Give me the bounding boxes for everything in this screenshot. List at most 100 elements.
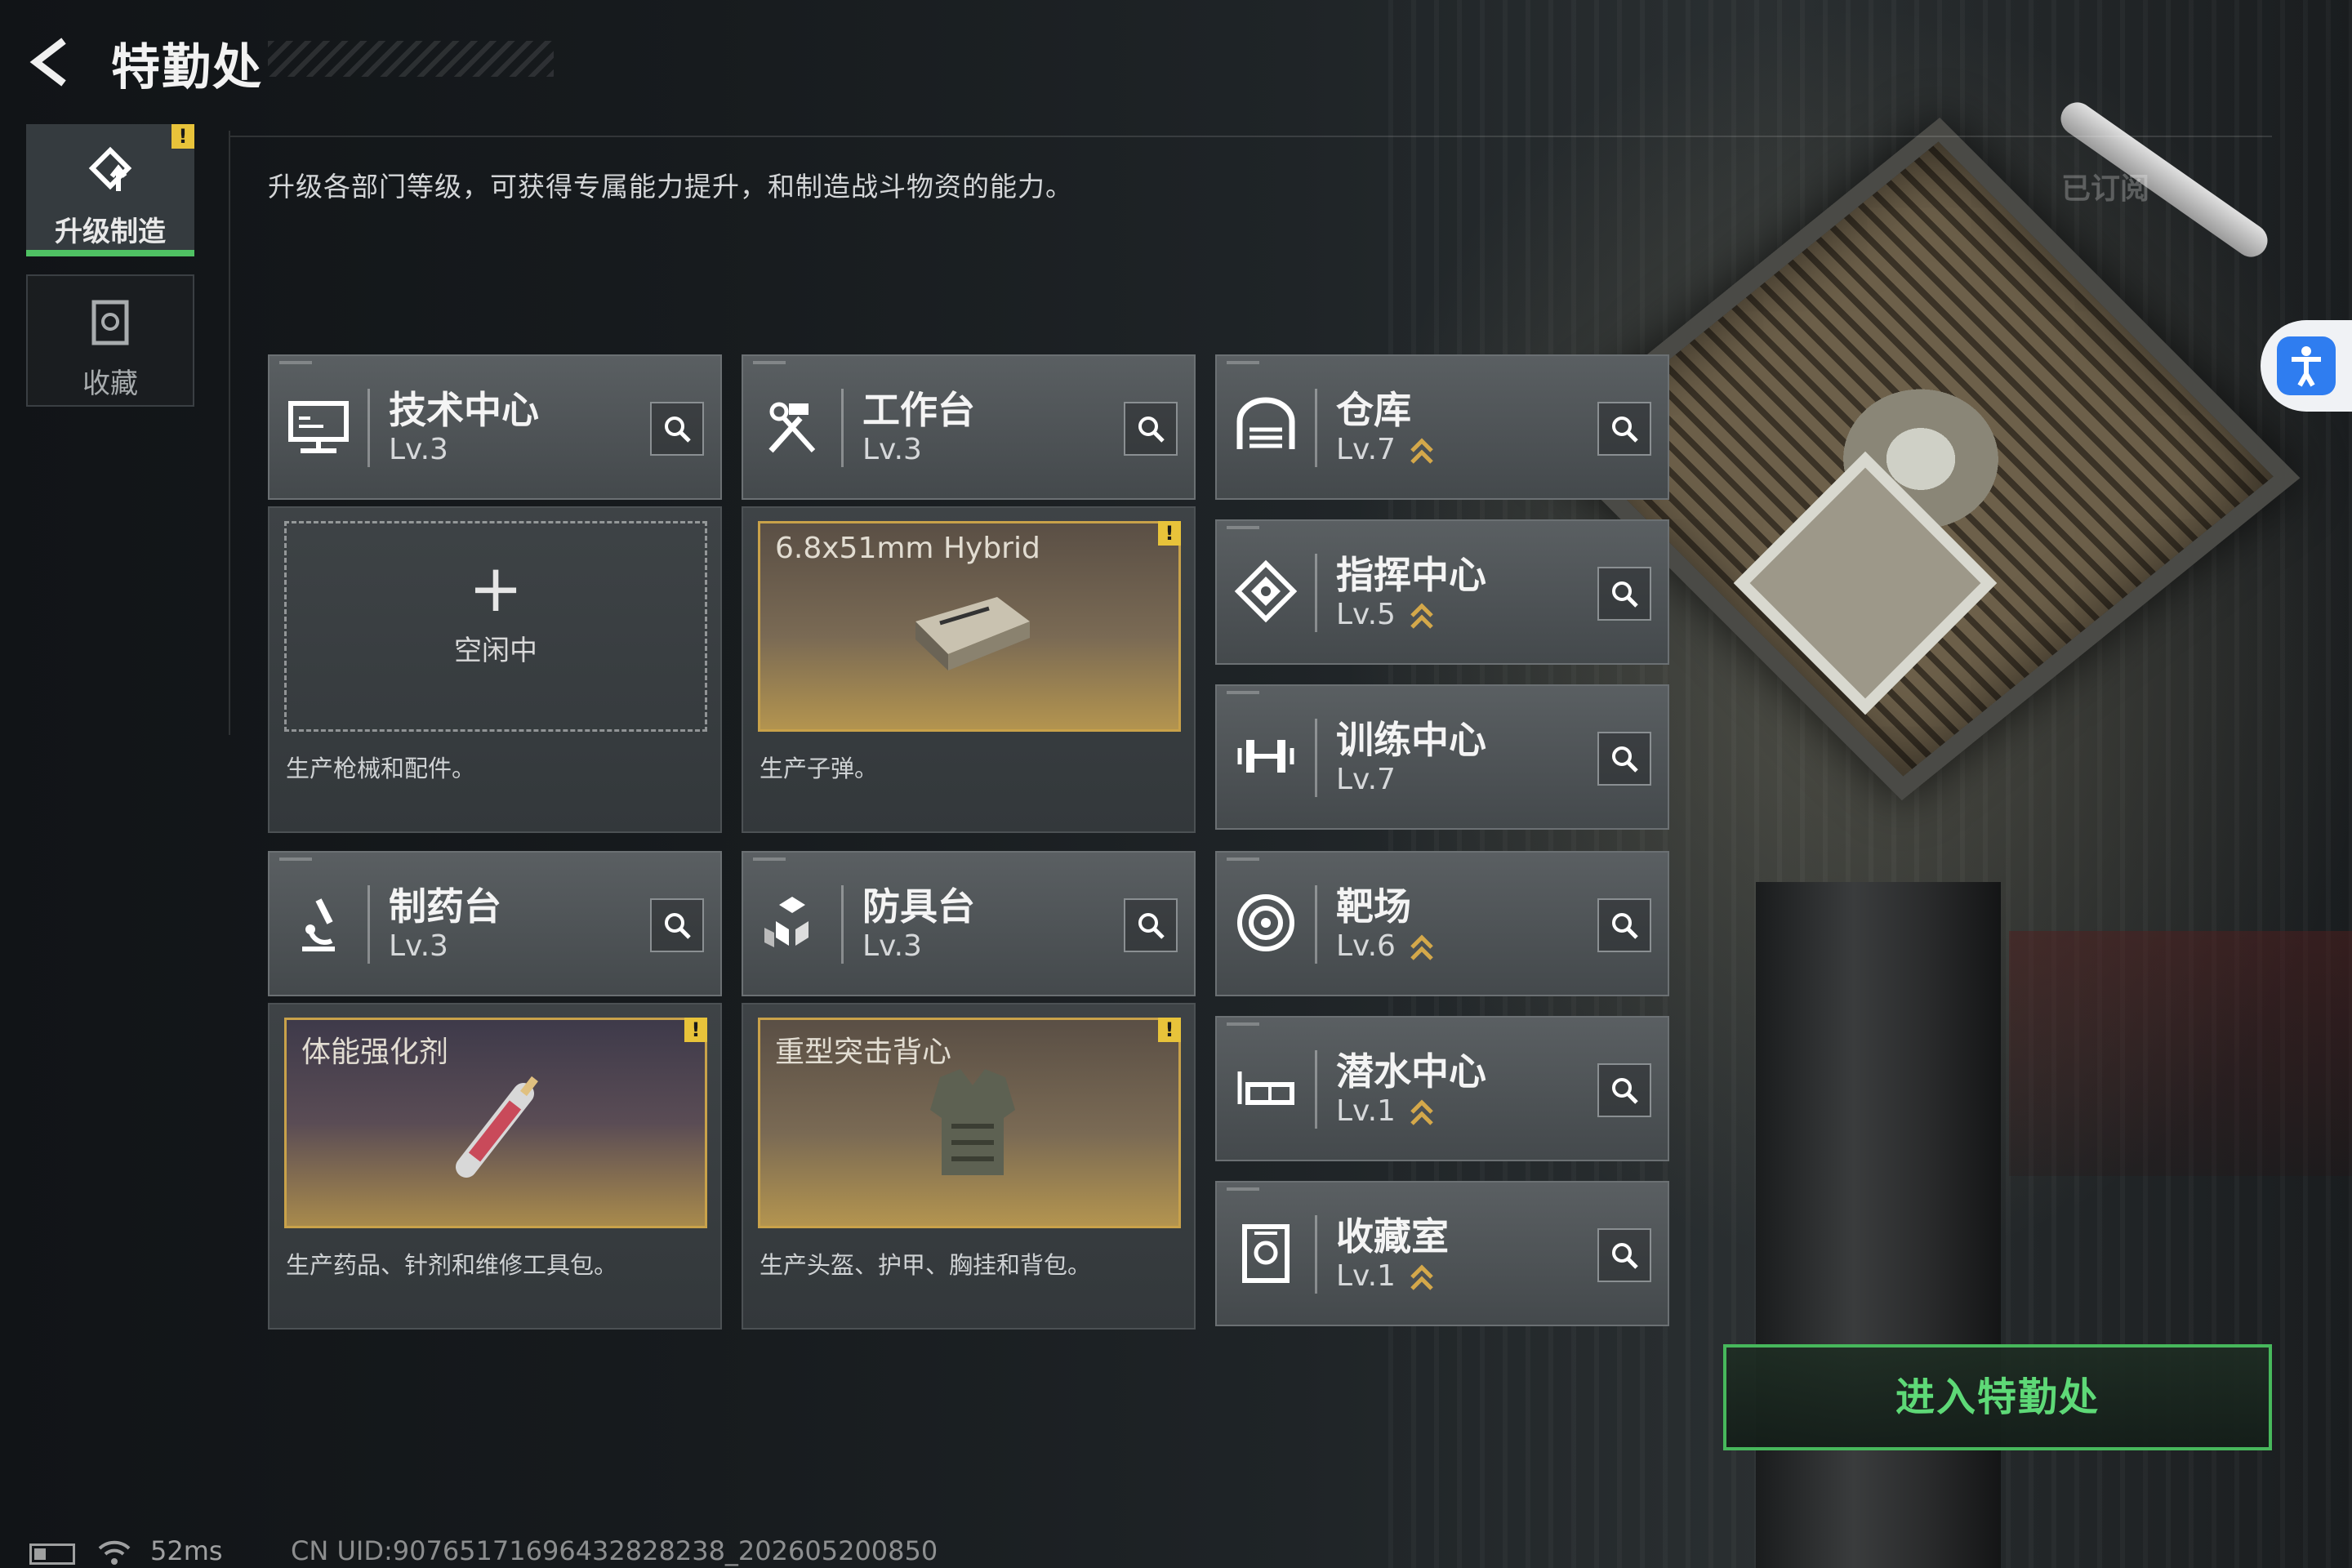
search-icon: [1612, 1243, 1638, 1269]
tab-upgrade-manufacture[interactable]: 升级制造 !: [26, 124, 194, 256]
card-corner-mark: [1227, 1022, 1259, 1026]
header-divider: [230, 136, 2272, 137]
production-item-name: 体能强化剂: [301, 1036, 449, 1069]
search-button[interactable]: [650, 898, 704, 952]
user-uid: CN UID:9076517169643282823​8_20260520085…: [291, 1535, 938, 1566]
enter-special-ops-button[interactable]: 进入特勤处: [1723, 1344, 2272, 1450]
search-icon: [1138, 913, 1165, 939]
production-item-box[interactable]: 重型突击背心 !: [758, 1018, 1181, 1228]
background-pillar: [1756, 882, 2001, 1568]
search-button[interactable]: [1597, 898, 1651, 952]
search-button[interactable]: [1597, 1228, 1651, 1282]
search-button[interactable]: [1124, 898, 1178, 952]
dept-name: 技术中心: [389, 388, 539, 432]
card-separator: [1315, 885, 1317, 964]
dept-level: Lv.5: [1336, 598, 1396, 631]
dept-card-command-center[interactable]: 指挥中心 Lv.5: [1215, 519, 1669, 665]
production-item-name: 6.8x51mm Hybrid: [775, 532, 1040, 565]
dept-name: 靶场: [1336, 884, 1411, 929]
search-button[interactable]: [1597, 732, 1651, 786]
accessibility-button[interactable]: [2261, 320, 2352, 412]
production-item-box[interactable]: 体能强化剂 !: [284, 1018, 707, 1228]
production-alert-badge: !: [1158, 521, 1181, 546]
dept-name: 训练中心: [1336, 718, 1486, 762]
title-hatch-decoration: [268, 41, 554, 77]
subscribed-label[interactable]: 已订阅: [2061, 165, 2149, 207]
card-corner-mark: [279, 858, 312, 861]
search-icon: [1612, 581, 1638, 608]
sidebar-divider: [229, 131, 230, 735]
card-separator: [368, 885, 370, 964]
dept-card-pharmacy[interactable]: 制药台 Lv.3: [268, 851, 722, 996]
page-description: 升级各部门等级，可获得专属能力提升，和制造战斗物资的能力。: [268, 171, 1073, 203]
dept-level: Lv.3: [862, 433, 922, 466]
dept-card-warehouse[interactable]: 仓库 Lv.7: [1215, 354, 1669, 500]
production-item-box[interactable]: 6.8x51mm Hybrid !: [758, 521, 1181, 732]
production-panel-armor[interactable]: 重型突击背心 ! 生产头盔、护甲、胸挂和背包。: [742, 1003, 1196, 1330]
ping-readout: 52ms: [150, 1535, 223, 1566]
card-corner-mark: [279, 361, 312, 364]
production-description: 生产子弹。: [760, 755, 879, 782]
search-icon: [1612, 1078, 1638, 1104]
search-icon: [1138, 416, 1165, 443]
dept-level: Lv.3: [862, 929, 922, 963]
vest-image: [930, 1069, 1015, 1175]
search-button[interactable]: [650, 402, 704, 456]
diving-goggles-icon: [1237, 1071, 1294, 1105]
dept-card-shooting-range[interactable]: 靶场 Lv.6: [1215, 851, 1669, 996]
dept-name: 制药台: [389, 884, 501, 929]
injector-image: [456, 1076, 538, 1178]
card-separator: [841, 885, 844, 964]
hammer-wrench-icon: [768, 402, 816, 453]
background-red-glow: [2009, 931, 2352, 1176]
search-button[interactable]: [1597, 1063, 1651, 1117]
dept-card-workbench[interactable]: 工作台 Lv.3: [742, 354, 1196, 500]
card-separator: [1315, 554, 1317, 632]
card-separator: [368, 389, 370, 467]
production-panel-tech-center[interactable]: + 空闲中 生产枪械和配件。: [268, 506, 722, 833]
card-separator: [1315, 1050, 1317, 1129]
card-separator: [1315, 1215, 1317, 1294]
command-emblem-icon: [1234, 559, 1298, 623]
back-arrow-icon[interactable]: [28, 36, 80, 88]
search-button[interactable]: [1597, 402, 1651, 456]
dept-name: 仓库: [1336, 388, 1411, 432]
dept-card-collection-room[interactable]: 收藏室 Lv.1: [1215, 1181, 1669, 1326]
idle-status: 空闲中: [454, 635, 537, 667]
production-description: 生产枪械和配件。: [286, 755, 476, 782]
dept-card-training-center[interactable]: 训练中心 Lv.7: [1215, 684, 1669, 830]
dept-level: Lv.6: [1336, 929, 1396, 963]
card-corner-mark: [1227, 526, 1259, 529]
dept-card-diving-center[interactable]: 潜水中心 Lv.1: [1215, 1016, 1669, 1161]
card-corner-mark: [1227, 1187, 1259, 1191]
idle-slot[interactable]: + 空闲中: [284, 521, 707, 732]
search-button[interactable]: [1597, 567, 1651, 621]
accessibility-icon: [2277, 336, 2336, 395]
dept-card-tech-center[interactable]: 技术中心 Lv.3: [268, 354, 722, 500]
production-panel-pharmacy[interactable]: 体能强化剂 ! 生产药品、针剂和维修工具包。: [268, 1003, 722, 1330]
card-separator: [1315, 389, 1317, 467]
dept-name: 工作台: [862, 388, 975, 432]
dept-card-armor[interactable]: 防具台 Lv.3: [742, 851, 1196, 996]
tab-collection[interactable]: 收藏: [26, 274, 194, 407]
tab-alert-badge: !: [172, 124, 194, 149]
dept-level: Lv.7: [1336, 433, 1396, 466]
dept-level: Lv.1: [1336, 1094, 1396, 1128]
monitor-icon: [288, 401, 349, 453]
card-corner-mark: [1227, 361, 1259, 364]
production-panel-workbench[interactable]: 6.8x51mm Hybrid ! 生产子弹。: [742, 506, 1196, 833]
ammo-box-image: [915, 597, 1030, 670]
search-icon: [1612, 416, 1638, 443]
card-corner-mark: [1227, 858, 1259, 861]
vault-icon: [1242, 1224, 1290, 1283]
card-separator: [1315, 719, 1317, 797]
card-separator: [841, 389, 844, 467]
search-icon: [665, 416, 691, 443]
dept-name: 指挥中心: [1336, 553, 1486, 597]
dept-name: 潜水中心: [1336, 1049, 1486, 1094]
upgrade-available-icon: [1410, 438, 1433, 464]
search-button[interactable]: [1124, 402, 1178, 456]
card-corner-mark: [753, 858, 786, 861]
upgrade-available-icon: [1410, 934, 1433, 960]
tab-upgrade-label: 升级制造: [55, 216, 166, 248]
